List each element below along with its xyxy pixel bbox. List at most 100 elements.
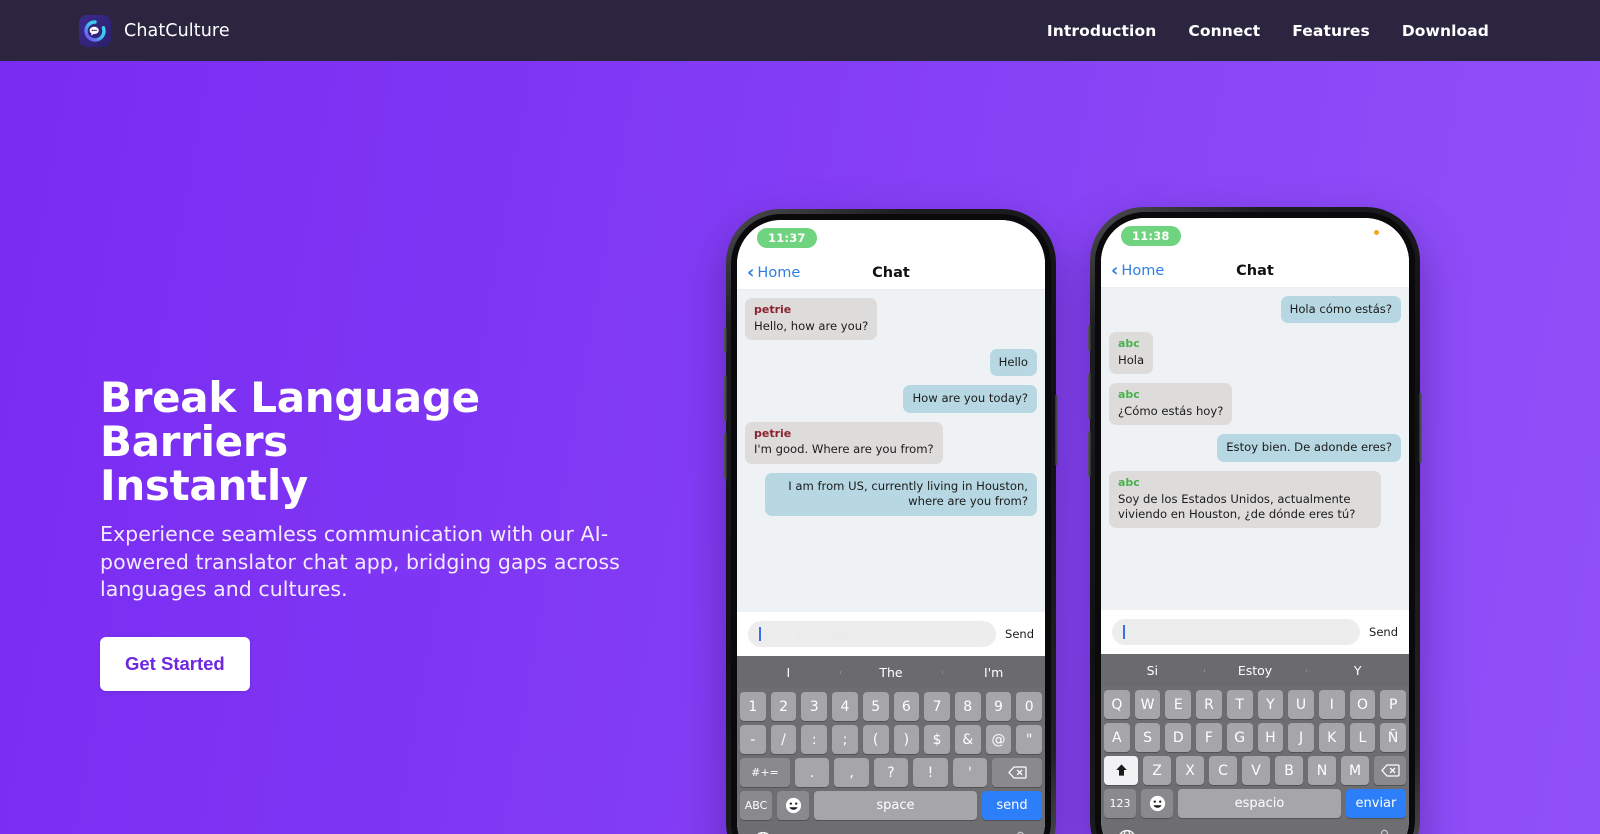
back-to-home-button[interactable]: ‹ Home (1111, 261, 1164, 280)
prediction-2[interactable]: The (839, 665, 943, 680)
key-m[interactable]: M (1341, 756, 1369, 785)
key-comma[interactable]: , (834, 758, 869, 787)
key-g[interactable]: G (1226, 723, 1253, 752)
message-bubble-outgoing: Hola cómo estás? (1280, 296, 1401, 324)
key-i[interactable]: I (1318, 690, 1345, 719)
key-y[interactable]: Y (1257, 690, 1284, 719)
key-c[interactable]: C (1209, 756, 1237, 785)
phone-left-status-bar: 11:37 (737, 220, 1045, 256)
key-ampersand[interactable]: & (954, 725, 981, 754)
key-question[interactable]: ? (873, 758, 909, 787)
backspace-icon[interactable] (992, 758, 1043, 787)
key-b[interactable]: B (1275, 756, 1303, 785)
back-to-home-button[interactable]: ‹ Home (747, 263, 800, 282)
phone-right-volume-down[interactable] (1088, 431, 1091, 477)
key-2[interactable]: 2 (770, 692, 797, 721)
phone-right-volume-up[interactable] (1088, 373, 1091, 419)
key-exclamation[interactable]: ! (913, 758, 948, 787)
key-slash[interactable]: / (770, 725, 797, 754)
key-l[interactable]: L (1349, 723, 1376, 752)
key-v[interactable]: V (1242, 756, 1270, 785)
key-x[interactable]: X (1176, 756, 1204, 785)
hero-subtitle: Experience seamless communication with o… (100, 522, 620, 601)
key-r[interactable]: R (1196, 690, 1222, 719)
prediction-3[interactable]: I'm (942, 665, 1045, 680)
key-6[interactable]: 6 (893, 692, 920, 721)
key-8[interactable]: 8 (954, 692, 981, 721)
emoji-icon[interactable] (777, 791, 809, 820)
microphone-icon[interactable] (1376, 829, 1393, 834)
key-numbers-toggle[interactable]: 123 (1104, 789, 1136, 818)
nav-link-connect[interactable]: Connect (1188, 22, 1260, 40)
prediction-1[interactable]: I (737, 665, 840, 680)
key-d[interactable]: D (1165, 723, 1192, 752)
prediction-3[interactable]: Y (1306, 663, 1409, 678)
key-p[interactable]: P (1380, 690, 1407, 719)
key-w[interactable]: W (1134, 690, 1161, 719)
key-space[interactable]: space (814, 791, 977, 820)
emoji-icon[interactable] (1141, 789, 1173, 818)
prediction-2[interactable]: Estoy (1203, 663, 1307, 678)
key-n[interactable]: N (1308, 756, 1336, 785)
key-paren-open[interactable]: ( (862, 725, 889, 754)
key-9[interactable]: 9 (985, 692, 1012, 721)
key-semicolon[interactable]: ; (832, 725, 858, 754)
key-abc-toggle[interactable]: ABC (740, 791, 772, 820)
key-send[interactable]: send (981, 791, 1042, 820)
key-h[interactable]: H (1257, 723, 1284, 752)
key-o[interactable]: O (1349, 690, 1376, 719)
key-t[interactable]: T (1226, 690, 1253, 719)
key-paren-close[interactable]: ) (893, 725, 920, 754)
phone-right-mute-switch[interactable] (1088, 325, 1091, 351)
brand-logo-group[interactable]: ChatCulture (79, 14, 230, 47)
nav-link-introduction[interactable]: Introduction (1047, 22, 1156, 40)
key-colon[interactable]: : (801, 725, 828, 754)
globe-icon[interactable] (1117, 829, 1137, 834)
message-input[interactable] (1112, 619, 1361, 645)
nav-link-features[interactable]: Features (1292, 22, 1370, 40)
keyboard-row-bottom: ABC space send (737, 787, 1045, 822)
key-7[interactable]: 7 (924, 692, 950, 721)
predictive-text-bar: Si Estoy Y (1101, 654, 1409, 686)
key-k[interactable]: K (1318, 723, 1345, 752)
microphone-icon[interactable] (1012, 831, 1029, 834)
key-enye[interactable]: Ñ (1380, 723, 1407, 752)
key-e[interactable]: E (1165, 690, 1192, 719)
key-at[interactable]: @ (985, 725, 1012, 754)
key-4[interactable]: 4 (832, 692, 858, 721)
key-f[interactable]: F (1196, 723, 1222, 752)
key-hyphen[interactable]: - (739, 725, 766, 754)
key-3[interactable]: 3 (801, 692, 828, 721)
shift-icon[interactable] (1104, 756, 1138, 785)
key-z[interactable]: Z (1143, 756, 1171, 785)
message-bubble-incoming: abc Hola (1109, 332, 1154, 375)
message-input[interactable]: Send a message (748, 621, 997, 647)
backspace-icon[interactable] (1374, 756, 1406, 785)
key-s[interactable]: S (1134, 723, 1161, 752)
key-quote[interactable]: " (1016, 725, 1043, 754)
phone-left-mute-switch[interactable] (724, 327, 727, 353)
key-symbols-toggle[interactable]: #+= (739, 758, 790, 787)
key-0[interactable]: 0 (1016, 692, 1043, 721)
key-u[interactable]: U (1288, 690, 1314, 719)
key-5[interactable]: 5 (862, 692, 889, 721)
key-send[interactable]: enviar (1345, 789, 1406, 818)
phone-right-power-button[interactable] (1419, 393, 1422, 463)
send-message-button[interactable]: Send (1005, 627, 1034, 641)
prediction-1[interactable]: Si (1101, 663, 1204, 678)
key-q[interactable]: Q (1103, 690, 1130, 719)
key-j[interactable]: J (1288, 723, 1314, 752)
phone-left-volume-down[interactable] (724, 433, 727, 479)
key-1[interactable]: 1 (739, 692, 766, 721)
key-dollar[interactable]: $ (924, 725, 950, 754)
key-space[interactable]: espacio (1178, 789, 1341, 818)
key-a[interactable]: A (1103, 723, 1130, 752)
nav-link-download[interactable]: Download (1402, 22, 1489, 40)
key-apostrophe[interactable]: ' (952, 758, 988, 787)
key-period[interactable]: . (794, 758, 830, 787)
get-started-button[interactable]: Get Started (100, 637, 250, 692)
phone-left-power-button[interactable] (1055, 395, 1058, 465)
phone-left-volume-up[interactable] (724, 375, 727, 421)
send-message-button[interactable]: Send (1369, 625, 1398, 639)
message-input-placeholder: Send a message (763, 627, 855, 641)
